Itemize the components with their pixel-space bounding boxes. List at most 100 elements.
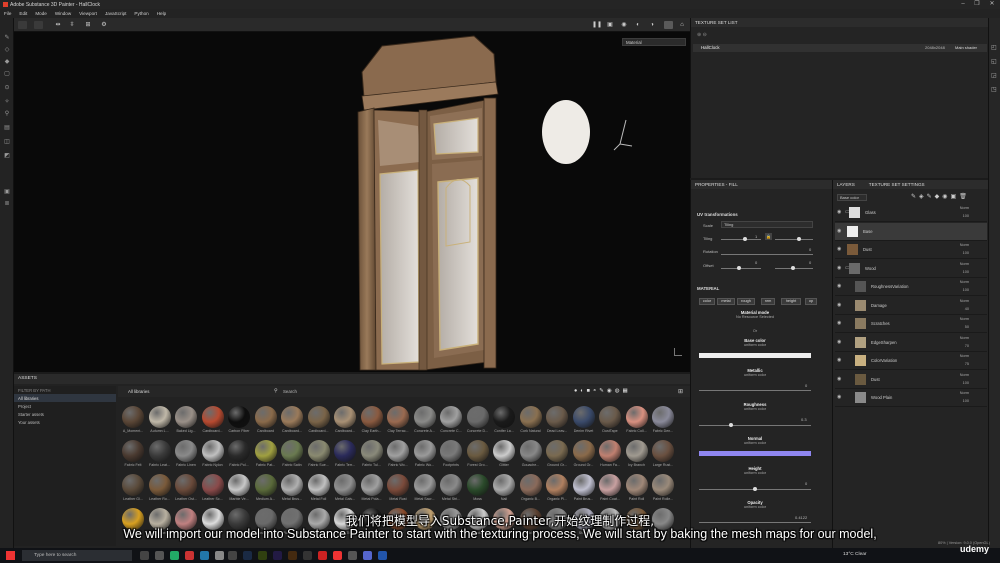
offset-y-knob[interactable]: [791, 266, 795, 270]
layer-blend-mode[interactable]: Norm: [960, 262, 969, 266]
settings-icon[interactable]: ⚙: [100, 21, 108, 29]
layer-opacity[interactable]: 100: [963, 270, 969, 274]
opacity-block[interactable]: Opacity uniform color: [699, 500, 811, 509]
layer-blend-mode[interactable]: Norm: [960, 280, 969, 284]
material-tile[interactable]: Paint Roll: [624, 474, 650, 506]
envmap-icon[interactable]: ◑: [648, 21, 656, 29]
display-icon[interactable]: ◳: [991, 86, 997, 93]
material-tile[interactable]: Marble Ve...: [226, 474, 252, 506]
material-tile[interactable]: Fabric Wo...: [385, 440, 411, 472]
layer-blend-mode[interactable]: Norm: [960, 243, 969, 247]
height-value[interactable]: 0: [805, 481, 807, 486]
height-knob[interactable]: [753, 487, 757, 491]
layer-row[interactable]: ◉ Damage Norm 40: [835, 297, 987, 315]
material-tile[interactable]: Cardboard...: [279, 406, 305, 438]
layer-row[interactable]: ◉ ▭ Glass Norm 100: [835, 204, 987, 222]
material-tile[interactable]: Organic Pl...: [544, 474, 570, 506]
material-tile[interactable]: Fabric Pol...: [226, 440, 252, 472]
scale-select[interactable]: Tiling: [721, 221, 813, 228]
visibility-eye-icon[interactable]: ◉: [837, 228, 843, 234]
photoshop-icon[interactable]: [243, 551, 252, 560]
roughness-block[interactable]: Roughness uniform color: [699, 402, 811, 411]
discord-icon[interactable]: [363, 551, 372, 560]
screenshot-icon[interactable]: ◉: [620, 21, 628, 29]
offset-x-value[interactable]: 0: [755, 260, 757, 265]
material-tile[interactable]: Denim Rivet: [571, 406, 597, 438]
material-tile[interactable]: Cardboard: [253, 406, 279, 438]
premiere-icon[interactable]: [273, 551, 282, 560]
material-tile[interactable]: Nail: [491, 474, 517, 506]
offset-x-slider[interactable]: [721, 268, 761, 270]
store-icon[interactable]: [170, 551, 179, 560]
visibility-eye-icon[interactable]: ◉: [837, 321, 843, 326]
history-icon[interactable]: ◲: [991, 72, 997, 79]
material-tile[interactable]: Fabric Sue...: [306, 440, 332, 472]
play-pause-icon[interactable]: ❚❚: [592, 21, 602, 29]
app-icon-red-2[interactable]: [318, 551, 327, 560]
material-mode-block[interactable]: Material mode No Resource Selected: [699, 310, 811, 319]
material-tile[interactable]: Cardboard...: [200, 406, 226, 438]
maximize-icon[interactable]: ❐: [970, 0, 984, 9]
layer-tools-icons[interactable]: ✎◈✎◆◉▣🗑: [911, 193, 970, 200]
layer-blend-mode[interactable]: Norm: [960, 317, 969, 321]
display-settings-icon[interactable]: ◫: [3, 138, 11, 146]
visibility-eye-icon[interactable]: ◉: [837, 376, 843, 382]
material-tile[interactable]: Moss: [465, 474, 491, 506]
tree-project[interactable]: Project: [14, 402, 116, 410]
material-tile[interactable]: Ivy Branch: [624, 440, 650, 472]
material-tile[interactable]: Autumn L...: [147, 406, 173, 438]
channel-nrm[interactable]: nrm: [761, 298, 775, 305]
visibility-eye-icon[interactable]: ◉: [837, 339, 843, 345]
visibility-eye-icon[interactable]: ◉: [837, 247, 843, 252]
material-tile[interactable]: Metal Pola...: [359, 474, 385, 506]
normal-block[interactable]: Normal uniform color: [699, 436, 811, 445]
height-block[interactable]: Height uniform color: [699, 466, 811, 475]
texture-set-shader[interactable]: Main shader: [955, 44, 977, 52]
material-tile[interactable]: Paint Rolle...: [650, 474, 676, 506]
app-icon-gray[interactable]: [215, 551, 224, 560]
material-tile[interactable]: Human Fa...: [597, 440, 623, 472]
channel-select[interactable]: Base color: [837, 194, 867, 201]
material-tile[interactable]: Fabric Satin: [279, 440, 305, 472]
layer-row[interactable]: ◉ Dust Norm 100: [835, 241, 987, 259]
distribute-icon[interactable]: ⇳: [68, 21, 76, 29]
shader-settings-icon[interactable]: ◩: [3, 152, 11, 160]
chrome-icon[interactable]: [333, 551, 342, 560]
properties-icon[interactable]: ◱: [991, 58, 997, 65]
layer-opacity[interactable]: 100: [963, 251, 969, 255]
align-icon[interactable]: ⇹: [54, 21, 62, 29]
tree-all-libraries[interactable]: All libraries: [14, 394, 116, 403]
layer-row[interactable]: ◉ ColorVariation Norm 75: [835, 352, 987, 370]
weather-text[interactable]: 13°C Clear: [843, 552, 867, 557]
layer-row[interactable]: ◉ Wood Plain Norm 100: [835, 389, 987, 407]
material-tile[interactable]: Metal Galv...: [332, 474, 358, 506]
material-tile[interactable]: Dead Leav...: [544, 406, 570, 438]
file-explorer-icon[interactable]: [155, 551, 164, 560]
app-icon-dark[interactable]: [303, 551, 312, 560]
layer-row[interactable]: ◉ Base: [835, 222, 987, 241]
layer-opacity[interactable]: 70: [965, 344, 969, 348]
eraser-icon[interactable]: ◇: [3, 46, 11, 54]
material-tile[interactable]: Gouache...: [518, 440, 544, 472]
tab-texture-set-settings[interactable]: TEXTURE SET SETTINGS: [869, 180, 925, 189]
windows-start-icon[interactable]: [6, 551, 15, 560]
material-tile[interactable]: Carbon Fiber: [226, 406, 252, 438]
offset-x-knob[interactable]: [737, 266, 741, 270]
channel-op[interactable]: op: [805, 298, 817, 305]
tiling-slider-2-knob[interactable]: [797, 237, 801, 241]
material-tile[interactable]: Cardboard...: [332, 406, 358, 438]
smudge-icon[interactable]: ✧: [3, 98, 11, 106]
layer-stack-icon[interactable]: ≣: [3, 200, 11, 208]
tree-starter-assets[interactable]: Starter assets: [14, 411, 116, 419]
menu-mode[interactable]: Mode: [31, 11, 51, 16]
visibility-eye-icon[interactable]: ◉: [837, 265, 843, 271]
task-view-icon[interactable]: [140, 551, 149, 560]
tiling-slider-2[interactable]: [775, 239, 813, 241]
material-tile[interactable]: Leather Sc...: [200, 474, 226, 506]
material-tile[interactable]: Conifer La...: [491, 406, 517, 438]
symmetry-icon[interactable]: [18, 21, 27, 29]
material-tile[interactable]: Ground Gr...: [571, 440, 597, 472]
rotation-slider[interactable]: [721, 254, 813, 256]
menu-python[interactable]: Python: [130, 11, 152, 16]
material-tile[interactable]: Concrete A...: [412, 406, 438, 438]
